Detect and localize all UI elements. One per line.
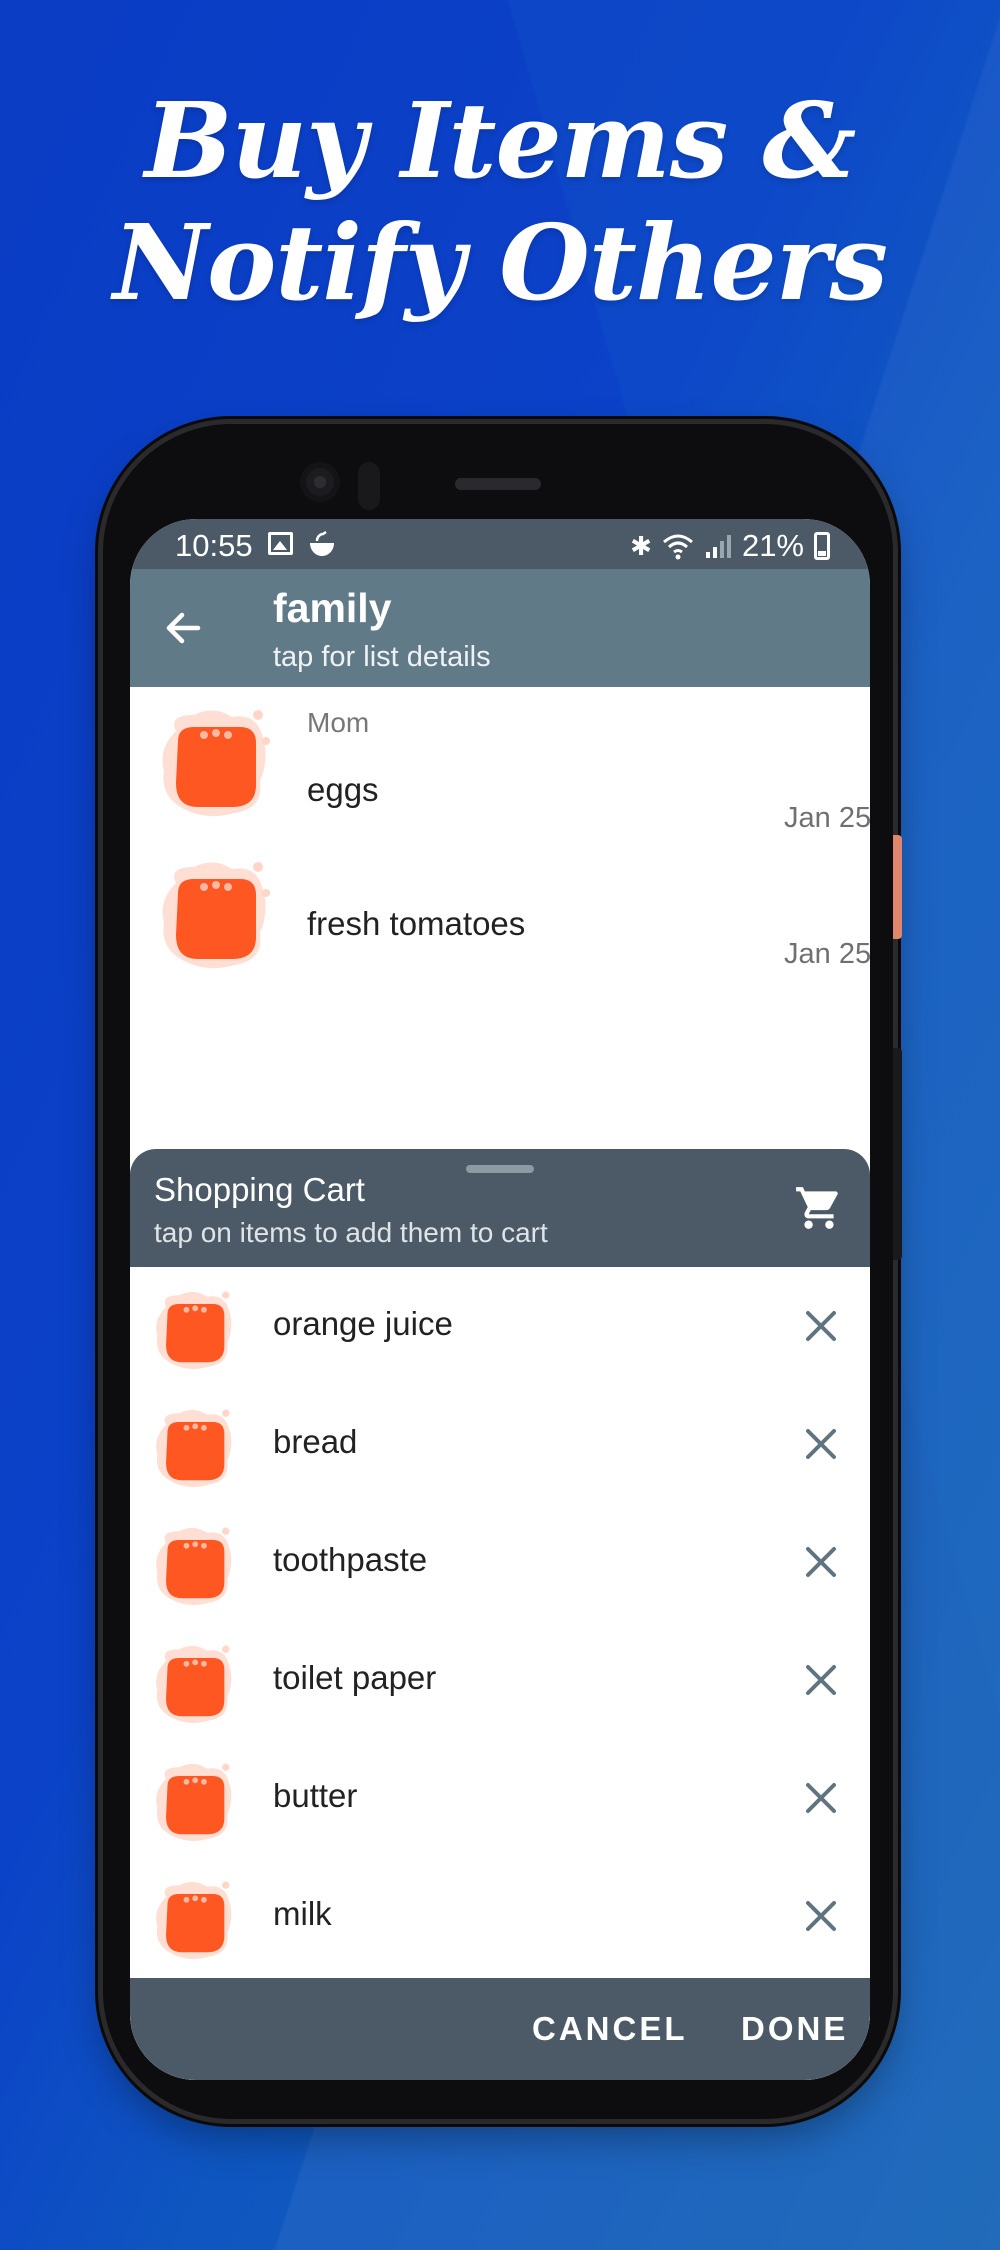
- remove-icon[interactable]: [802, 1897, 840, 1935]
- remove-icon[interactable]: [802, 1779, 840, 1817]
- cart-icon[interactable]: [794, 1183, 844, 1233]
- item-date: Jan 25: [784, 938, 870, 970]
- cart-item[interactable]: toothpaste: [130, 1503, 870, 1621]
- shopping-list: Mom eggs Jan 25 fresh tomatoes Jan 25: [130, 687, 870, 991]
- cart-item[interactable]: milk: [130, 1857, 870, 1975]
- headline-line-1: Buy Items &: [144, 79, 857, 202]
- cart-item-label: milk: [273, 1895, 332, 1932]
- cart-items-list: orange juice bread toothpaste toilet pap…: [130, 1267, 870, 1975]
- remove-icon[interactable]: [802, 1307, 840, 1345]
- cart-item-label: toothpaste: [273, 1541, 428, 1578]
- cart-item[interactable]: orange juice: [130, 1267, 870, 1385]
- battery-percent: 21%: [741, 528, 804, 563]
- list-title[interactable]: family: [273, 585, 392, 632]
- list-subtitle[interactable]: tap for list details: [273, 641, 491, 674]
- cart-item-label: bread: [273, 1423, 358, 1460]
- item-avatar-icon: [156, 1527, 232, 1605]
- item-avatar-icon: [162, 710, 270, 817]
- done-button[interactable]: DONE: [741, 2010, 848, 2048]
- remove-icon[interactable]: [802, 1543, 840, 1581]
- battery-icon: [814, 532, 830, 560]
- item-avatar-icon: [162, 862, 270, 969]
- cancel-button[interactable]: CANCEL: [532, 2010, 688, 2048]
- item-name: eggs: [307, 771, 379, 808]
- phone-power-button: [893, 835, 902, 939]
- cart-item[interactable]: butter: [130, 1739, 870, 1857]
- app-bar[interactable]: family tap for list details: [130, 569, 870, 687]
- proximity-sensor: [358, 462, 380, 510]
- item-owner: Mom: [307, 707, 370, 738]
- remove-icon[interactable]: [802, 1661, 840, 1699]
- dialog-footer: CANCEL DONE: [130, 1978, 870, 2080]
- signal-icon: [705, 535, 731, 558]
- item-date: Jan 25: [784, 802, 870, 834]
- gallery-notification-icon: [268, 532, 293, 555]
- item-avatar-icon: [156, 1881, 232, 1959]
- phone-volume-button: [893, 1048, 902, 1260]
- drag-handle[interactable]: [466, 1165, 534, 1173]
- item-avatar-icon: [156, 1645, 232, 1723]
- cart-item-label: toilet paper: [273, 1659, 437, 1696]
- back-arrow-icon[interactable]: [158, 602, 210, 654]
- item-avatar-icon: [156, 1763, 232, 1841]
- phone-screen: 10:55 ✱ 21% family tap for list details …: [130, 519, 870, 2080]
- item-avatar-icon: [156, 1291, 232, 1369]
- list-item[interactable]: Mom eggs Jan 25: [130, 687, 870, 839]
- shopping-cart-header[interactable]: Shopping Cart tap on items to add them t…: [130, 1149, 870, 1267]
- cart-item[interactable]: toilet paper: [130, 1621, 870, 1739]
- cart-item[interactable]: bread: [130, 1385, 870, 1503]
- list-item[interactable]: fresh tomatoes Jan 25: [130, 839, 870, 991]
- cart-item-label: butter: [273, 1777, 358, 1814]
- front-camera: [300, 462, 340, 502]
- item-avatar-icon: [156, 1409, 232, 1487]
- remove-icon[interactable]: [802, 1425, 840, 1463]
- promo-headline: Buy Items & Notify Others: [0, 80, 1000, 324]
- shopping-cart-subtitle: tap on items to add them to cart: [154, 1217, 548, 1248]
- status-bar: 10:55 ✱ 21%: [130, 519, 870, 569]
- bluetooth-icon: ✱: [630, 530, 652, 561]
- wifi-icon: [662, 534, 693, 560]
- shopping-cart-title: Shopping Cart: [154, 1171, 365, 1208]
- earpiece-speaker: [455, 478, 541, 490]
- item-name: fresh tomatoes: [307, 905, 526, 942]
- headline-line-2: Notify Others: [112, 201, 888, 324]
- shopping-cart-sheet: Shopping Cart tap on items to add them t…: [130, 1149, 870, 2080]
- cart-item-label: orange juice: [273, 1305, 453, 1342]
- app-notification-icon: [310, 531, 334, 556]
- status-right-group: ✱ 21%: [630, 528, 830, 564]
- status-time: 10:55: [175, 528, 253, 563]
